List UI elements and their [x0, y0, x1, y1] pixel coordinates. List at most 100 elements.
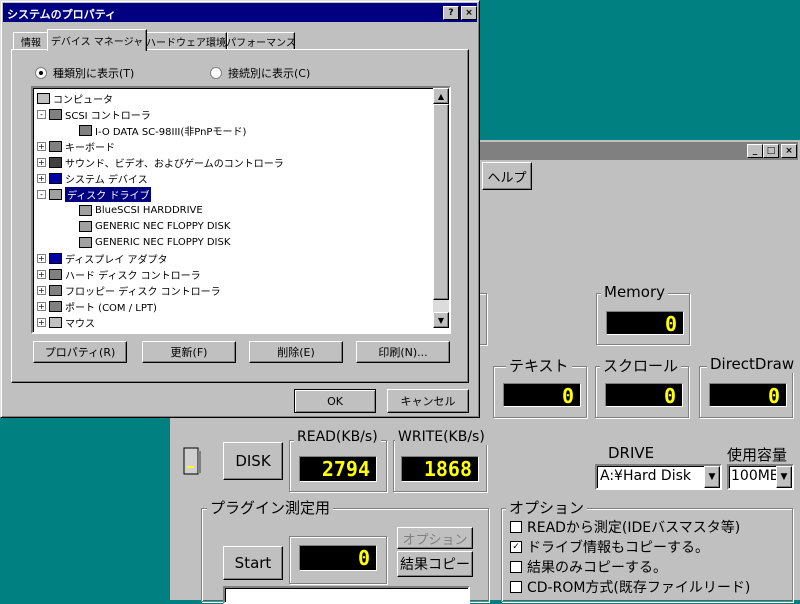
system-properties-dialog: システムのプロパティ ? × 情報 デバイス マネージャ ハードウェア環境 パフォーマ… [0, 0, 480, 418]
option-checkbox[interactable]: 結果のみコピーする。 [510, 557, 790, 577]
minimize-icon[interactable]: _ [747, 144, 763, 158]
expand-icon[interactable]: + [37, 157, 46, 167]
tree-item[interactable]: + フロッピー ディスク コントローラ [37, 282, 221, 298]
disk-drive-icon [79, 204, 92, 216]
option-checkbox[interactable]: CD-ROM方式(既存ファイルリード) [510, 577, 790, 597]
checkbox-icon[interactable] [510, 521, 522, 533]
expand-icon[interactable]: + [37, 141, 46, 151]
option-label: 結果のみコピーする。 [527, 560, 667, 576]
expand-icon[interactable]: + [37, 253, 46, 263]
tree-item[interactable]: + ポート (COM / LPT) [37, 298, 157, 314]
expand-icon[interactable]: + [37, 317, 46, 327]
tree-item[interactable]: GENERIC NEC FLOPPY DISK [69, 234, 230, 250]
tab-2[interactable]: ハードウェア環境 [145, 32, 227, 50]
tree-item[interactable]: + キーボード [37, 138, 115, 154]
expand-icon[interactable]: + [37, 269, 46, 279]
display-icon [49, 252, 62, 264]
print-button[interactable]: 印刷(N)... [356, 341, 450, 363]
plugin-select[interactable] [223, 586, 470, 604]
tree-item[interactable]: - SCSI コントローラ [37, 106, 151, 122]
tree-item[interactable]: コンピュータ [37, 90, 113, 106]
cancel-button[interactable]: キャンセル [387, 389, 469, 413]
radio-by-type-label: 種類別に表示(T) [53, 67, 135, 80]
tree-item[interactable]: + サウンド、ビデオ、およびゲームのコントローラ [37, 154, 284, 170]
tree-item[interactable]: GENERIC NEC FLOPPY DISK [69, 218, 230, 234]
tree-item[interactable]: I-O DATA SC-98III(非PnPモード) [69, 122, 246, 138]
option-label: CD-ROM方式(既存ファイルリード) [527, 580, 751, 596]
maximize-icon[interactable]: □ [763, 144, 779, 158]
tree-item-label: ディスク ドライブ [65, 186, 152, 202]
option-label: READから測定(IDEバスマスタ等) [527, 520, 741, 536]
mouse-icon [49, 316, 62, 328]
options-list: READから測定(IDEバスマスタ等) ✓ ドライブ情報もコピーする。結果のみコピー… [510, 517, 790, 597]
checkbox-icon[interactable] [510, 581, 522, 593]
tree-item[interactable]: + ディスプレイ アダプタ [37, 250, 167, 266]
write-label: WRITE(KB/s) [395, 429, 488, 445]
ok-button[interactable]: OK [294, 389, 376, 413]
scroll-down-icon[interactable]: ▼ [433, 312, 449, 328]
hdc-icon [49, 268, 62, 280]
expand-icon[interactable]: + [37, 301, 46, 311]
checkbox-icon[interactable] [510, 561, 522, 573]
tree-scrollbar[interactable]: ▲ ▼ [433, 88, 449, 328]
tree-item[interactable]: BlueSCSI HARDDRIVE [69, 202, 203, 218]
dialog-titlebar[interactable]: システムのプロパティ ? × [3, 3, 477, 22]
option-checkbox[interactable]: ✓ ドライブ情報もコピーする。 [510, 537, 790, 557]
expand-icon[interactable]: + [37, 285, 46, 295]
radio-by-connection[interactable]: 接続別に表示(C) [210, 65, 310, 81]
scroll-up-icon[interactable]: ▲ [433, 88, 449, 104]
read-value: 2794 [299, 456, 377, 482]
collapse-icon[interactable]: - [37, 109, 46, 119]
radio-by-type[interactable]: 種類別に表示(T) [35, 65, 134, 81]
tree-item-label: システム デバイス [65, 174, 148, 186]
radio-empty-icon [210, 67, 222, 79]
radio-by-connection-label: 接続別に表示(C) [228, 67, 311, 80]
port-icon [49, 300, 62, 312]
options-label: オプション [506, 497, 588, 518]
menu-help[interactable]: ヘルプ [482, 162, 532, 190]
tab-1[interactable]: デバイス マネージャ [47, 29, 147, 51]
tab-3[interactable]: パフォーマンス [226, 32, 296, 50]
start-button[interactable]: Start [223, 546, 283, 580]
tree-item-label: サウンド、ビデオ、およびゲームのコントローラ [65, 158, 284, 170]
disk-drive-icon [49, 188, 62, 200]
drive-select[interactable]: A:¥Hard Disk ▼ [595, 464, 722, 490]
tree-item[interactable]: - ディスク ドライブ [37, 186, 152, 202]
text-value: 0 [503, 383, 581, 408]
device-tree[interactable]: コンピュータ - SCSI コントローラ I-O DATA SC-98III(非PnP… [31, 86, 451, 334]
scsi-icon [79, 124, 92, 136]
tree-item-label: ハード ディスク コントローラ [65, 270, 201, 282]
system-icon [49, 172, 62, 184]
checkbox-checked-icon[interactable]: ✓ [510, 541, 522, 553]
chevron-down-icon[interactable]: ▼ [776, 466, 792, 488]
usage-label: 使用容量 [727, 446, 788, 464]
sound-icon [49, 156, 62, 168]
read-label: READ(KB/s) [294, 429, 381, 445]
usage-select[interactable]: 100MB ▼ [727, 464, 794, 490]
tab-0[interactable]: 情報 [13, 32, 49, 50]
scroll-label: スクロール [600, 355, 682, 376]
tree-item[interactable]: + システム デバイス [37, 170, 148, 186]
collapse-icon[interactable]: - [37, 189, 46, 199]
delete-button[interactable]: 削除(E) [249, 341, 343, 363]
copy-result-button[interactable]: 結果コピー [397, 551, 473, 577]
drive-select-value: A:¥Hard Disk [600, 468, 691, 484]
chevron-down-icon[interactable]: ▼ [704, 466, 720, 488]
refresh-button[interactable]: 更新(F) [142, 341, 236, 363]
device-tree-list: コンピュータ - SCSI コントローラ I-O DATA SC-98III(非PnP… [37, 90, 433, 330]
option-button[interactable]: オプション [397, 527, 473, 549]
dialog-title: システムのプロパティ [7, 8, 117, 21]
properties-button[interactable]: プロパティ(R) [33, 341, 127, 363]
close-icon[interactable]: × [781, 144, 797, 158]
tree-item[interactable]: + ハード ディスク コントローラ [37, 266, 201, 282]
help-icon[interactable]: ? [443, 6, 459, 20]
option-checkbox[interactable]: READから測定(IDEバスマスタ等) [510, 517, 790, 537]
expand-icon[interactable]: + [37, 173, 46, 183]
tree-item-label: キーボード [65, 142, 115, 154]
close-icon[interactable]: × [461, 6, 477, 20]
disk-button[interactable]: DISK [223, 442, 283, 480]
disk-drive-icon [79, 220, 92, 232]
scroll-thumb[interactable] [433, 104, 449, 300]
tree-item[interactable]: + マウス [37, 314, 95, 330]
tree-item-label: ディスプレイ アダプタ [65, 254, 168, 266]
